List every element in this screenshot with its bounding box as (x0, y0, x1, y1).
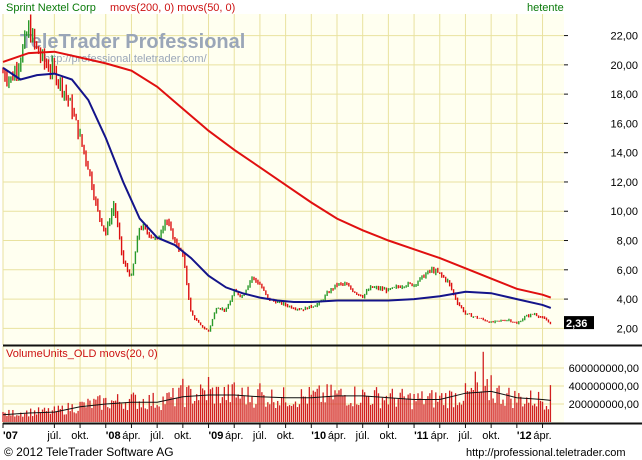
last-price-value: 2,36 (566, 318, 587, 330)
footer-url: http://professional.teletrader.com (466, 447, 626, 459)
x-tick-label: '09 (209, 430, 224, 442)
volume-y-tick-label: 400000000,00 (569, 381, 639, 393)
x-tick-label: ápr. (122, 430, 140, 442)
watermark-brand-trader: Trader (59, 31, 120, 53)
x-tick-label: júl. (149, 430, 164, 442)
price-y-tick-label: 12,00 (610, 177, 638, 189)
stock-chart: TeleTrader Professional http://professio… (0, 0, 642, 460)
x-tick-label: okt. (380, 430, 398, 442)
price-y-tick-label: 10,00 (610, 206, 638, 218)
chart-symbol: Sprint Nextel Corp (6, 2, 96, 14)
x-tick-label: ápr. (328, 430, 346, 442)
x-tick-label: júl. (252, 430, 267, 442)
x-tick-label: '10 (311, 430, 326, 442)
last-price-tag: 2,36 (564, 316, 594, 330)
chart-period: hetente (527, 2, 564, 14)
price-y-tick-label: 22,00 (610, 31, 638, 43)
x-tick-label: okt. (482, 430, 500, 442)
x-tick-label: júl. (46, 430, 61, 442)
x-tick-label: okt. (174, 430, 192, 442)
svg-text:TeleTrader Professiona: TeleTrader Professional (20, 31, 245, 53)
price-y-tick-label: 4,00 (617, 294, 638, 306)
chart-window: TeleTrader Professional http://professio… (0, 0, 642, 460)
x-tick-label: júl. (457, 430, 472, 442)
x-tick-label: ápr. (225, 430, 243, 442)
price-y-tick-label: 14,00 (610, 148, 638, 160)
volume-panel-title: VolumeUnits_OLD movs(20, 0) (6, 348, 158, 360)
footer-copyright: © 2012 TeleTrader Software AG (4, 445, 174, 459)
watermark-brand-pro: Professional (125, 31, 245, 53)
x-tick-label: okt. (71, 430, 89, 442)
price-y-tick-label: 6,00 (617, 265, 638, 277)
price-y-tick-label: 16,00 (610, 118, 638, 130)
x-tick-label: júl. (355, 430, 370, 442)
x-tick-label: '07 (3, 430, 18, 442)
price-y-tick-label: 18,00 (610, 89, 638, 101)
x-tick-label: okt. (277, 430, 295, 442)
x-tick-label: ápr. (431, 430, 449, 442)
x-tick-label: ápr. (533, 430, 551, 442)
volume-y-tick-label: 600000000,00 (569, 363, 639, 375)
x-tick-label: '08 (106, 430, 121, 442)
price-y-tick-label: 20,00 (610, 60, 638, 72)
watermark-brand-tele: Tele (20, 31, 59, 53)
x-tick-label: '11 (414, 430, 428, 442)
price-y-tick-label: 2,00 (617, 323, 638, 335)
price-y-tick-label: 8,00 (617, 236, 638, 248)
volume-y-tick-label: 200000000,00 (569, 399, 639, 411)
volume-y-axis: 200000000,00 400000000,00 600000000,00 (569, 363, 639, 411)
chart-indicators: movs(200, 0) movs(50, 0) (110, 2, 235, 14)
x-tick-label: '12 (517, 430, 532, 442)
